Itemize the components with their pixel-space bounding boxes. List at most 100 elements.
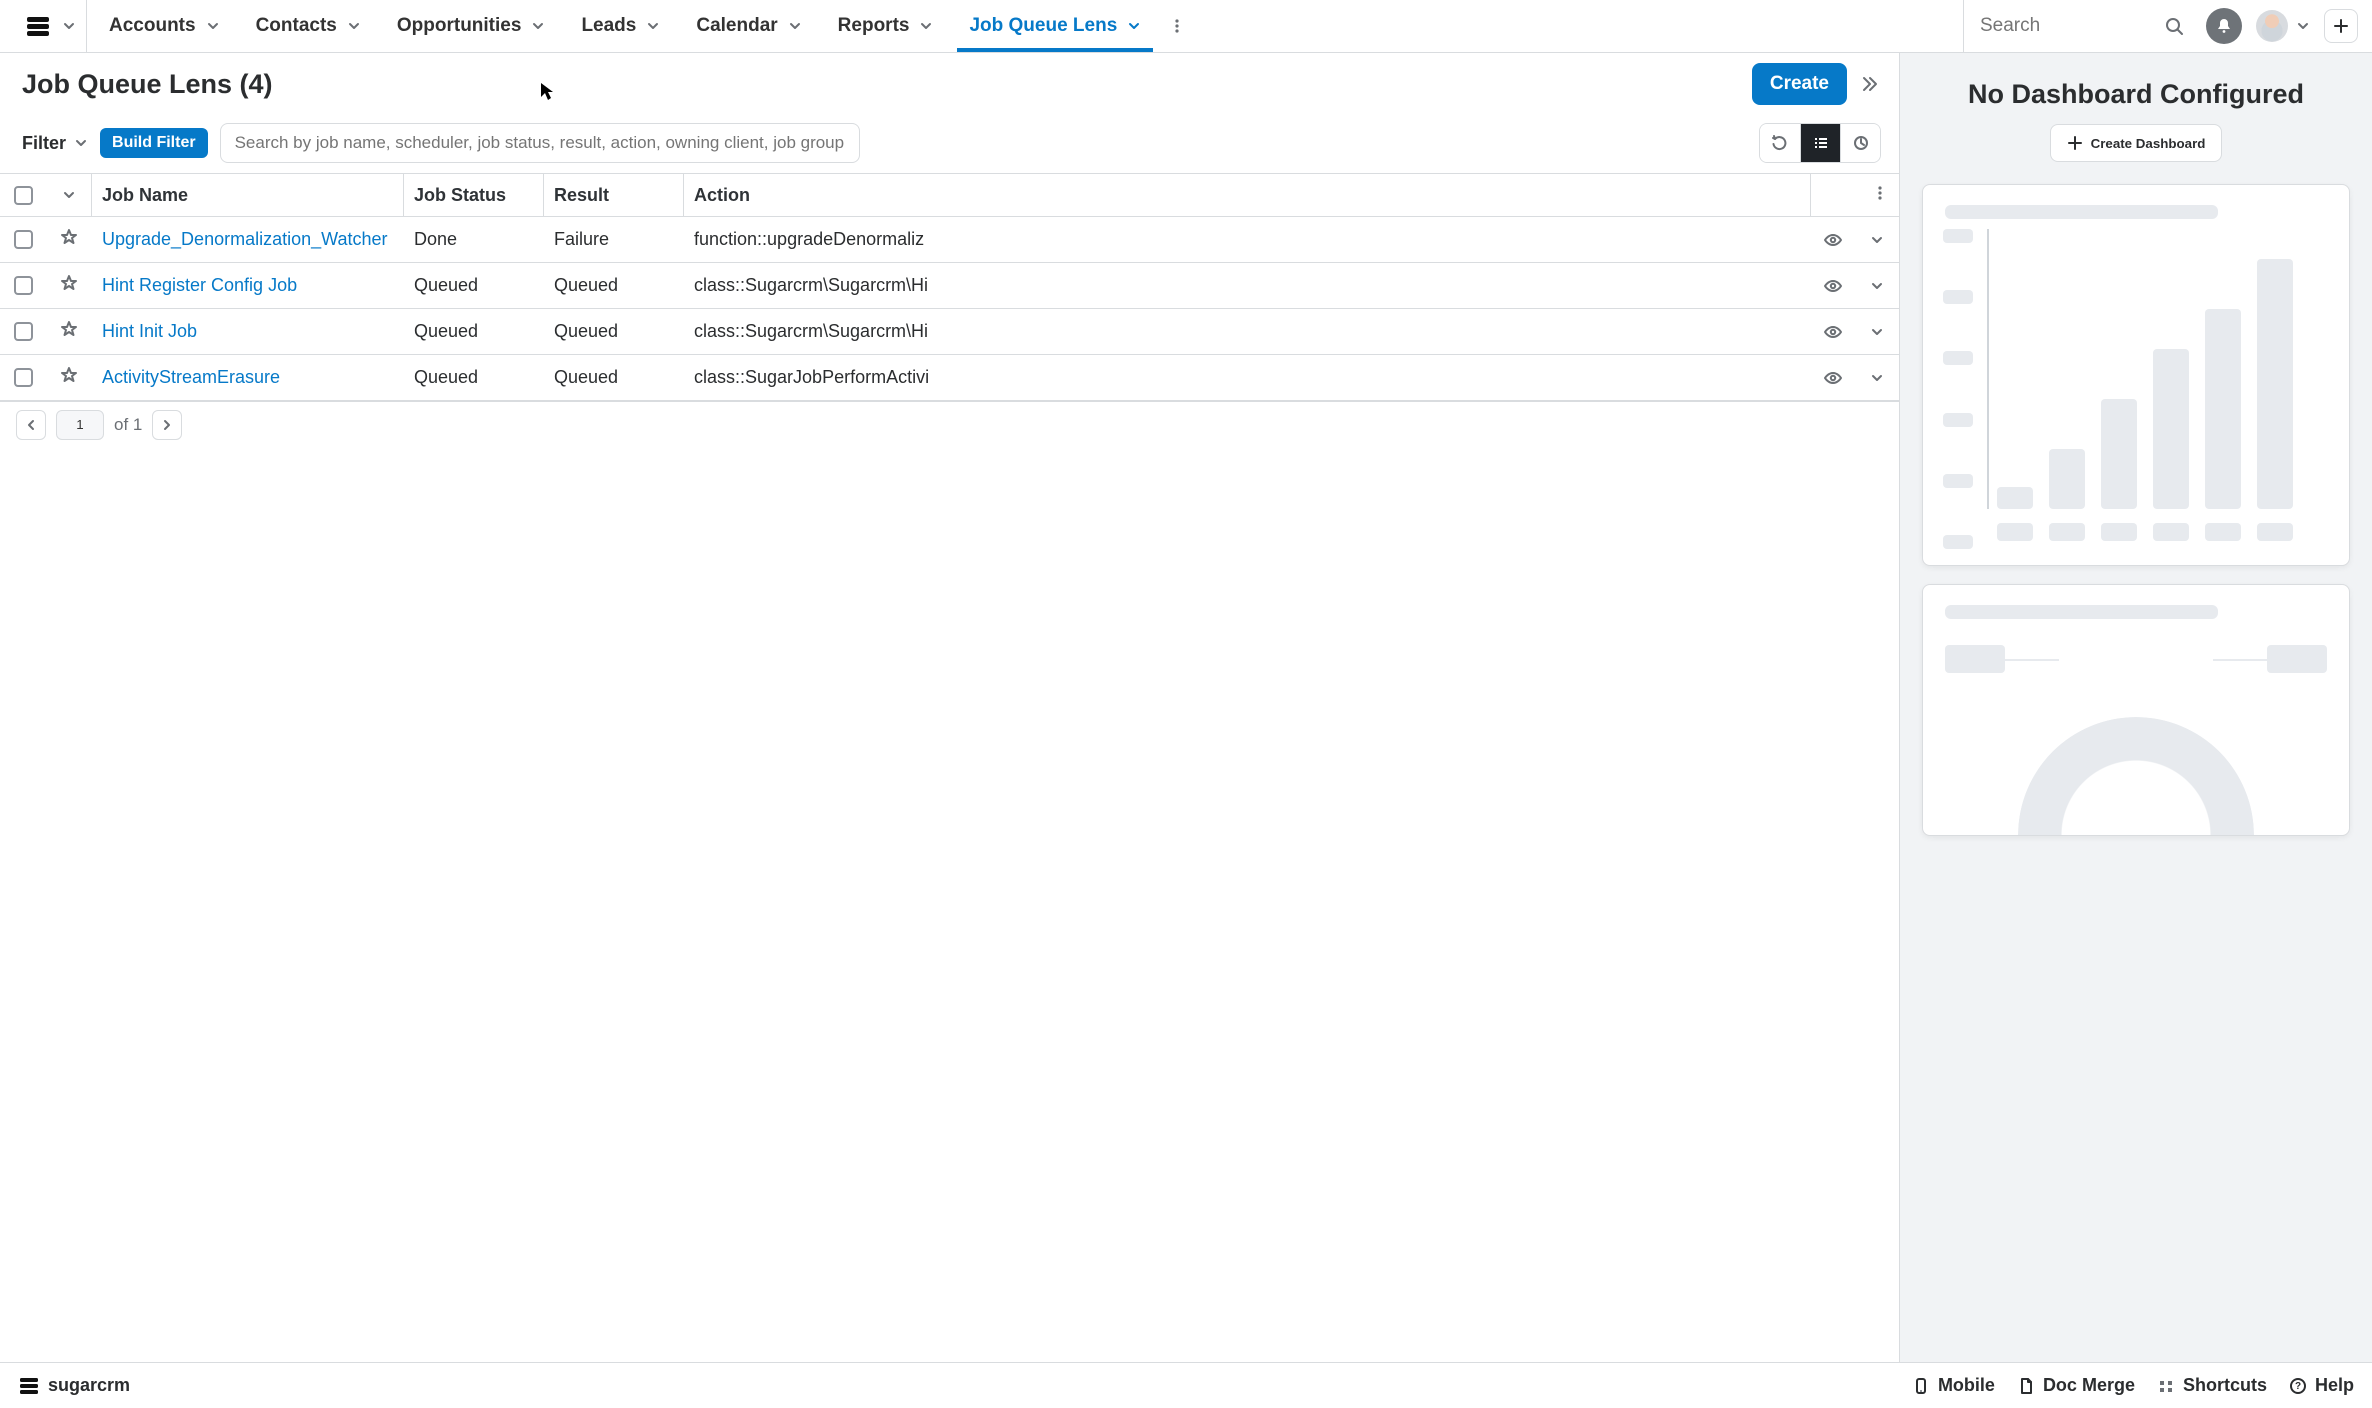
col-menu[interactable] [1855,174,1899,216]
collapse-right-panel-icon[interactable] [1859,75,1881,93]
dashlet-bar-skeleton [1922,184,2350,566]
nav-item-reports[interactable]: Reports [826,0,946,52]
select-all-chevron-cell [46,174,92,216]
global-search [1963,0,2192,52]
right-panel: No Dashboard Configured Create Dashboard [1900,53,2372,1362]
footer-help-label: Help [2315,1375,2354,1396]
chevron-down-icon[interactable] [646,19,660,33]
footer-brand-name: sugarcrm [48,1375,130,1396]
col-spacer [1811,174,1855,216]
row-checkbox[interactable] [14,322,33,341]
cell-action: class::SugarJobPerformActivi [684,367,1811,388]
row-expand[interactable] [1855,279,1899,293]
chevron-down-icon[interactable] [919,19,933,33]
nav-item-job-queue-lens[interactable]: Job Queue Lens [957,0,1153,52]
footer-shortcuts[interactable]: Shortcuts [2157,1375,2267,1396]
nav-item-accounts[interactable]: Accounts [97,0,232,52]
footer-help[interactable]: ? Help [2289,1375,2354,1396]
build-filter-chip[interactable]: Build Filter [100,128,208,158]
footer-docmerge[interactable]: Doc Merge [2017,1375,2135,1396]
create-button[interactable]: Create [1752,63,1847,105]
table-header: Job Name Job Status Result Action [0,173,1899,217]
list-search-input[interactable] [233,132,847,154]
chevron-down-icon[interactable] [788,19,802,33]
pager-prev[interactable] [16,410,46,440]
brand[interactable] [14,0,86,52]
page-title: Job Queue Lens (4) [22,69,273,100]
row-expand[interactable] [1855,371,1899,385]
star-icon [60,320,78,343]
global-search-input[interactable] [1978,8,2148,44]
cell-job-name: ActivityStreamErasure [92,367,404,388]
chevron-down-icon [74,136,88,150]
axis [1987,229,1989,509]
mouse-cursor-icon [540,82,554,102]
col-job-name[interactable]: Job Name [92,174,404,216]
cell-result: Failure [544,229,684,250]
col-job-status[interactable]: Job Status [404,174,544,216]
row-expand[interactable] [1855,325,1899,339]
job-link[interactable]: Hint Init Job [102,321,197,341]
brand-logo-icon [24,12,52,40]
table-row: Hint Register Config Job Queued Queued c… [0,263,1899,309]
chevron-down-icon[interactable] [1127,19,1141,33]
footer-mobile[interactable]: Mobile [1912,1375,1995,1396]
bars [1997,259,2329,509]
quick-create-button[interactable] [2324,9,2358,43]
col-action[interactable]: Action [684,174,1811,216]
chevron-down-icon[interactable] [206,19,220,33]
svg-text:?: ? [2295,1381,2301,1392]
nav-item-leads[interactable]: Leads [569,0,672,52]
col-label: Action [694,185,750,206]
row-checkbox[interactable] [14,230,33,249]
col-result[interactable]: Result [544,174,684,216]
cell-job-status: Queued [404,275,544,296]
row-fav[interactable] [46,320,92,343]
x-ticks [1997,523,2329,541]
star-icon [60,228,78,251]
pager-input[interactable] [56,410,104,440]
chevron-down-icon[interactable] [347,19,361,33]
table-body: Upgrade_Denormalization_Watcher Done Fai… [0,217,1899,401]
nav-item-calendar[interactable]: Calendar [684,0,813,52]
activity-view-button[interactable] [1840,124,1880,162]
row-checkbox[interactable] [14,276,33,295]
nav-item-opportunities[interactable]: Opportunities [385,0,558,52]
donut-wrap [1941,635,2331,835]
col-label: Job Name [102,185,188,206]
filter-label: Filter [22,133,66,154]
select-all-checkbox[interactable] [14,186,33,205]
row-checkbox[interactable] [14,368,33,387]
chevron-down-icon[interactable] [531,19,545,33]
table-row: ActivityStreamErasure Queued Queued clas… [0,355,1899,401]
nav-item-contacts[interactable]: Contacts [244,0,373,52]
cell-job-status: Queued [404,321,544,342]
row-expand[interactable] [1855,233,1899,247]
nav-item-label: Accounts [109,15,196,37]
search-button[interactable] [2156,8,2192,44]
row-preview[interactable] [1811,368,1855,388]
job-link[interactable]: ActivityStreamErasure [102,367,280,387]
create-dashboard-button[interactable]: Create Dashboard [2050,124,2223,162]
notifications-button[interactable] [2206,8,2242,44]
user-menu[interactable] [2256,10,2310,42]
row-preview[interactable] [1811,276,1855,296]
row-fav[interactable] [46,274,92,297]
refresh-button[interactable] [1760,124,1800,162]
row-fav[interactable] [46,366,92,389]
cell-job-name: Upgrade_Denormalization_Watcher [92,229,404,250]
chevron-down-icon[interactable] [62,188,76,202]
cell-job-name: Hint Register Config Job [92,275,404,296]
row-preview[interactable] [1811,230,1855,250]
nav-more-button[interactable] [1159,0,1195,52]
list-view-button[interactable] [1800,124,1840,162]
filter-dropdown[interactable]: Filter [22,133,88,154]
job-link[interactable]: Upgrade_Denormalization_Watcher [102,229,387,249]
footer: sugarcrm Mobile Doc Merge Shortcuts ? He… [0,1362,2372,1408]
row-preview[interactable] [1811,322,1855,342]
row-fav[interactable] [46,228,92,251]
job-link[interactable]: Hint Register Config Job [102,275,297,295]
star-icon [60,274,78,297]
pager-next[interactable] [152,410,182,440]
list-search-box [220,123,860,163]
